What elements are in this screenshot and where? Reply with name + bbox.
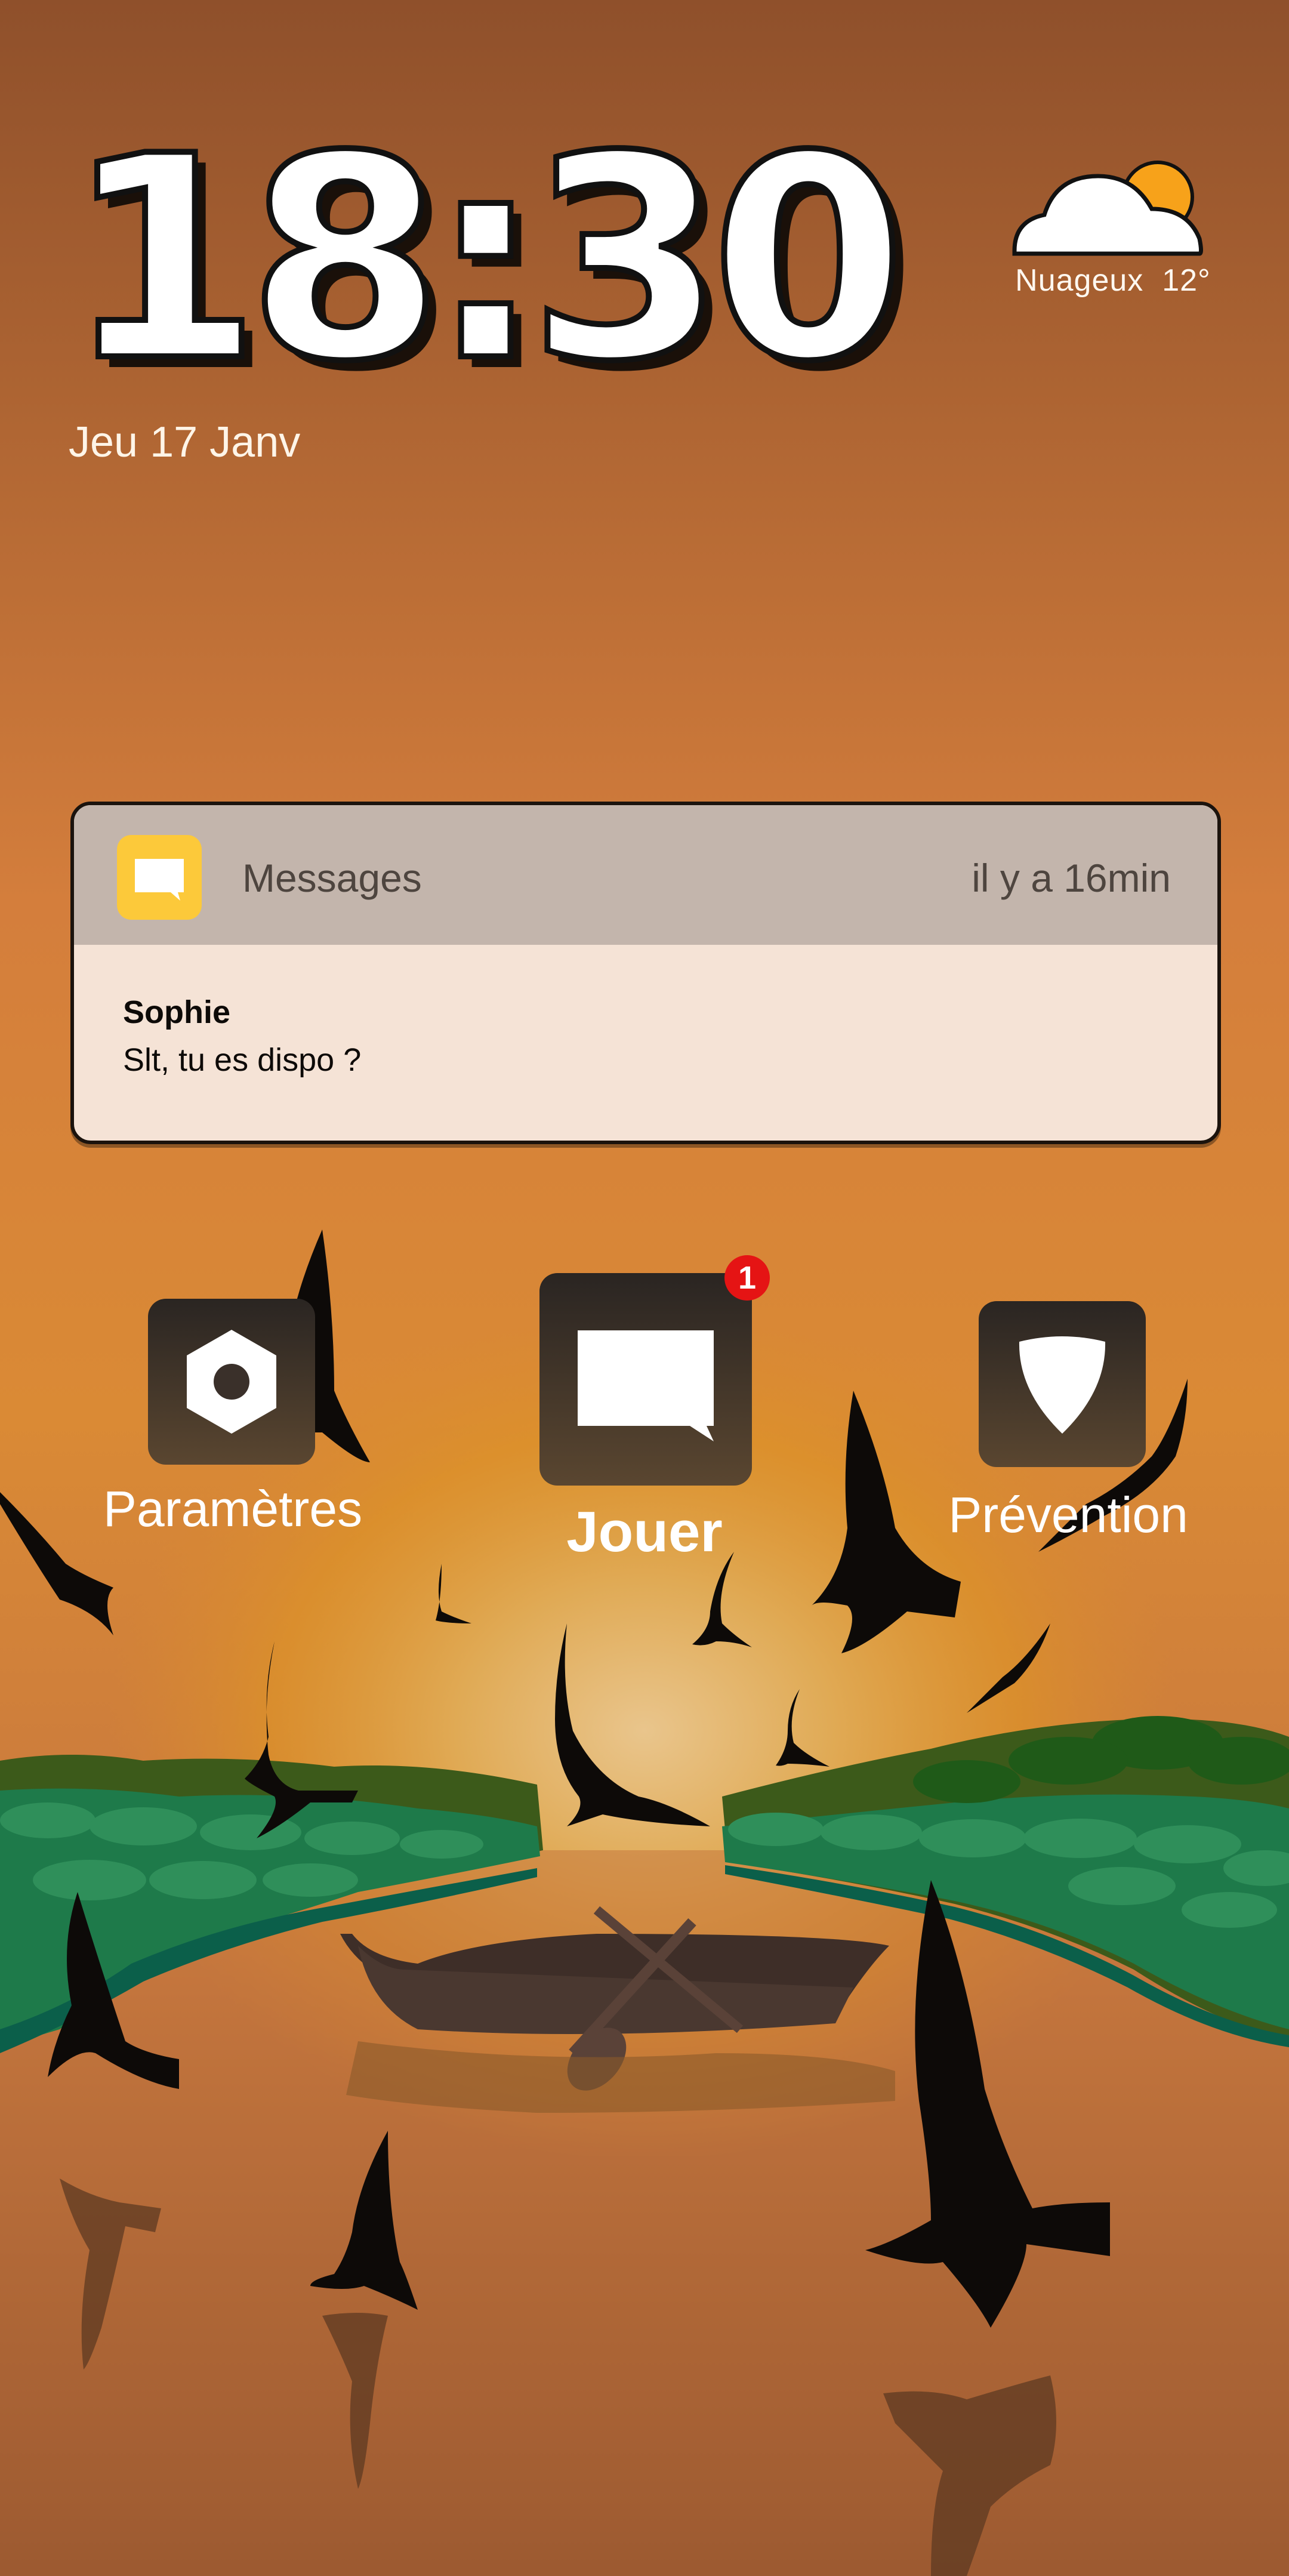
settings-hexagon-icon <box>187 1330 276 1434</box>
weather-label: Nuageux 12° <box>1003 263 1223 298</box>
settings-app-button[interactable] <box>148 1299 315 1465</box>
message-bubble-icon <box>117 835 202 920</box>
message-notification[interactable]: Messages il y a 16min Sophie Slt, tu es … <box>70 802 1221 1144</box>
play-app-label: Jouer <box>566 1500 723 1564</box>
play-app-button[interactable] <box>539 1273 752 1486</box>
notification-time: il y a 16min <box>972 856 1171 900</box>
settings-app-label: Paramètres <box>103 1481 363 1537</box>
notification-app-name: Messages <box>242 856 422 900</box>
notification-message: Slt, tu es dispo ? <box>123 1042 362 1078</box>
shield-icon <box>1019 1336 1106 1434</box>
notification-header: Messages il y a 16min <box>74 805 1217 945</box>
lockscreen-date: Jeu 17 Janv <box>69 418 301 466</box>
notification-sender: Sophie <box>123 994 231 1030</box>
weather-temperature: 12° <box>1162 263 1211 298</box>
chat-bubble-icon <box>578 1330 714 1441</box>
lockscreen-clock: 18:30 <box>63 96 909 423</box>
prevention-app-label: Prévention <box>948 1487 1188 1543</box>
weather-condition: Nuageux <box>1015 263 1144 298</box>
notification-badge: 1 <box>724 1255 770 1301</box>
prevention-app-button[interactable] <box>979 1301 1146 1467</box>
